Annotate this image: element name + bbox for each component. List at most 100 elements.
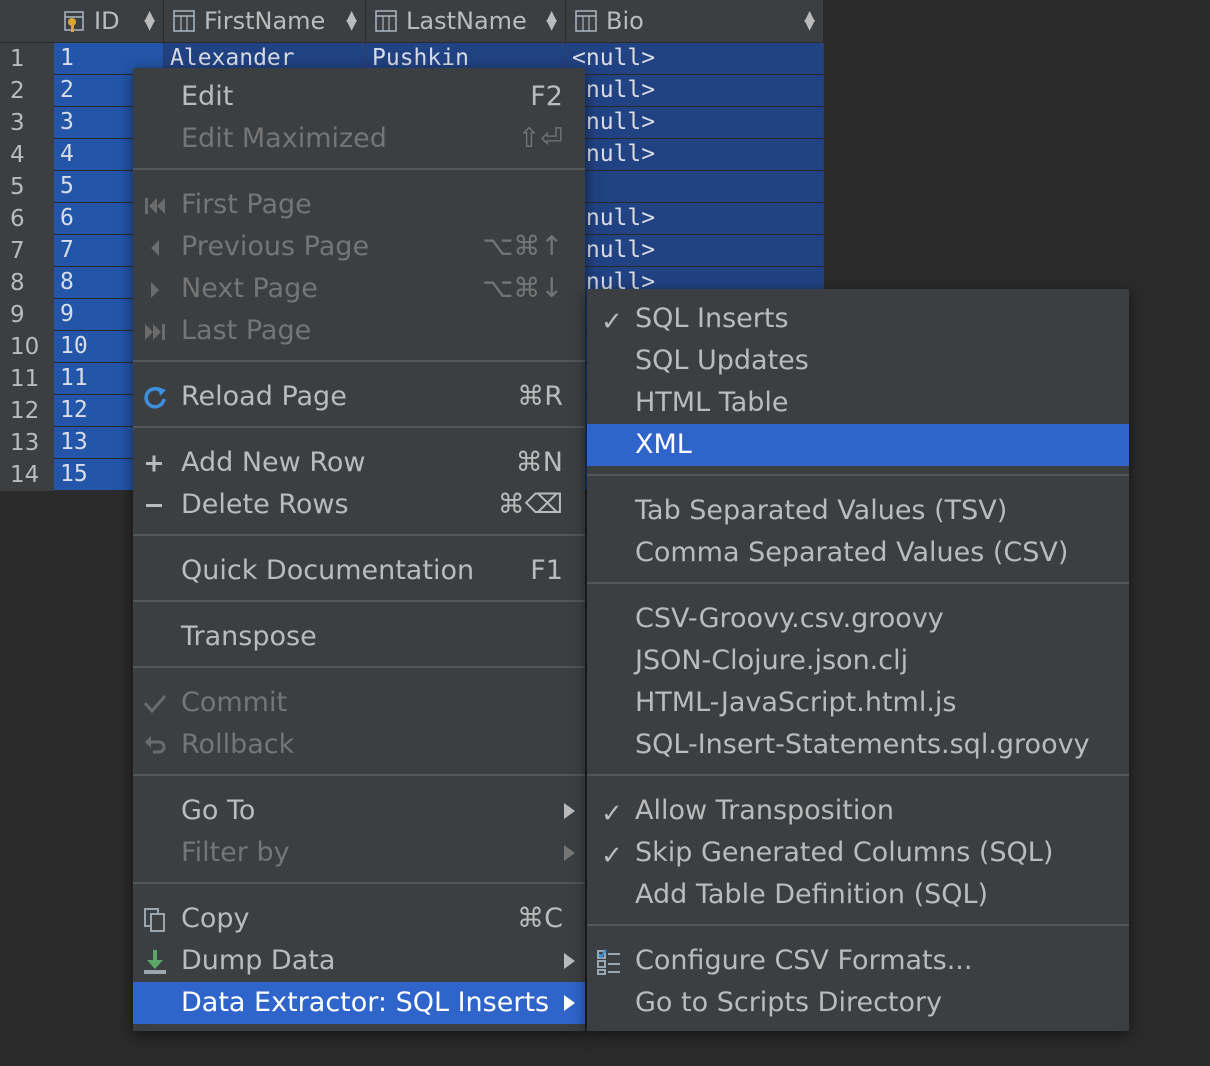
- menu-item-label: Reload Page: [181, 381, 347, 412]
- menu-item-label: Next Page: [181, 273, 318, 304]
- menu-item-label: JSON-Clojure.json.clj: [635, 645, 909, 676]
- sort-icon[interactable]: ▲ ▼: [804, 9, 815, 32]
- menu-shortcut: ⌘C: [517, 903, 563, 934]
- submenu-item-skip-generated[interactable]: ✓ Skip Generated Columns (SQL): [587, 832, 1129, 874]
- menu-item-filter-by[interactable]: Filter by: [133, 832, 585, 874]
- submenu-item-html-javascript[interactable]: HTML-JavaScript.html.js: [587, 682, 1129, 724]
- checkmark-icon: ✓: [601, 841, 623, 871]
- menu-separator: [133, 666, 585, 668]
- row-number[interactable]: 11: [0, 363, 54, 395]
- menu-item-label: SQL Updates: [635, 345, 809, 376]
- menu-item-label: First Page: [181, 189, 312, 220]
- row-number[interactable]: 6: [0, 203, 54, 235]
- row-number[interactable]: 5: [0, 171, 54, 203]
- column-header-lastname[interactable]: LastName ▲ ▼: [366, 0, 566, 42]
- menu-item-delete-rows[interactable]: Delete Rows ⌘⌫: [133, 484, 585, 526]
- row-number[interactable]: 1: [0, 43, 54, 75]
- submenu-item-html-table[interactable]: HTML Table: [587, 382, 1129, 424]
- submenu-item-tsv[interactable]: Tab Separated Values (TSV): [587, 490, 1129, 532]
- menu-shortcut: ⌥⌘↑: [482, 231, 563, 262]
- column-header-label: FirstName: [204, 7, 326, 35]
- row-number[interactable]: 7: [0, 235, 54, 267]
- submenu-item-csv-groovy[interactable]: CSV-Groovy.csv.groovy: [587, 598, 1129, 640]
- menu-item-label: SQL Inserts: [635, 303, 789, 334]
- sort-icon[interactable]: ▲ ▼: [144, 9, 155, 32]
- column-header-label: Bio: [606, 7, 644, 35]
- submenu-arrow-icon: [564, 803, 575, 819]
- row-number[interactable]: 9: [0, 299, 54, 331]
- menu-item-commit[interactable]: Commit: [133, 682, 585, 724]
- cell-bio[interactable]: <null>: [566, 43, 824, 74]
- menu-item-quick-documentation[interactable]: Quick Documentation F1: [133, 550, 585, 592]
- cell-bio[interactable]: <null>: [566, 235, 824, 266]
- menu-item-data-extractor[interactable]: Data Extractor: SQL Inserts: [133, 982, 585, 1024]
- submenu-item-json-clojure[interactable]: JSON-Clojure.json.clj: [587, 640, 1129, 682]
- menu-shortcut: ⌘⌫: [497, 489, 563, 520]
- menu-item-add-new-row[interactable]: Add New Row ⌘N: [133, 442, 585, 484]
- sort-icon[interactable]: ▲ ▼: [346, 9, 357, 32]
- rollback-icon: [145, 736, 166, 754]
- menu-item-reload-page[interactable]: Reload Page ⌘R: [133, 376, 585, 418]
- reload-icon: [144, 387, 166, 409]
- row-number[interactable]: 8: [0, 267, 54, 299]
- menu-shortcut: F2: [530, 81, 563, 112]
- menu-item-label: Allow Transposition: [635, 795, 894, 826]
- submenu-item-sql-updates[interactable]: SQL Updates: [587, 340, 1129, 382]
- cell-bio[interactable]: <null>: [566, 75, 824, 106]
- submenu-item-sql-insert-groovy[interactable]: SQL-Insert-Statements.sql.groovy: [587, 724, 1129, 766]
- row-number[interactable]: 3: [0, 107, 54, 139]
- menu-separator: [587, 474, 1129, 476]
- checkmark-icon: ✓: [601, 307, 623, 337]
- row-number[interactable]: 13: [0, 427, 54, 459]
- cell-bio[interactable]: [566, 171, 824, 202]
- row-number[interactable]: 4: [0, 139, 54, 171]
- menu-item-label: Edit Maximized: [181, 123, 387, 154]
- download-icon: [144, 950, 166, 974]
- sort-icon[interactable]: ▲ ▼: [546, 9, 557, 32]
- menu-item-label: Add Table Definition (SQL): [635, 879, 989, 910]
- column-header-bio[interactable]: Bio ▲ ▼: [566, 0, 824, 42]
- column-header-firstname[interactable]: FirstName ▲ ▼: [164, 0, 366, 42]
- submenu-item-csv[interactable]: Comma Separated Values (CSV): [587, 532, 1129, 574]
- menu-item-first-page[interactable]: First Page: [133, 184, 585, 226]
- row-number[interactable]: 2: [0, 75, 54, 107]
- first-page-icon: [145, 198, 165, 214]
- submenu-item-configure-csv[interactable]: Configure CSV Formats...: [587, 940, 1129, 982]
- cell-bio[interactable]: <null>: [566, 107, 824, 138]
- cell-bio[interactable]: <null>: [566, 203, 824, 234]
- menu-separator: [133, 600, 585, 602]
- submenu-item-add-table-definition[interactable]: Add Table Definition (SQL): [587, 874, 1129, 916]
- column-header-id[interactable]: ID ▲ ▼: [54, 0, 164, 42]
- menu-item-label: Delete Rows: [181, 489, 349, 520]
- submenu-item-xml[interactable]: XML: [587, 424, 1129, 466]
- menu-item-edit[interactable]: Edit F2: [133, 76, 585, 118]
- cell-bio[interactable]: <null>: [566, 139, 824, 170]
- submenu-item-sql-inserts[interactable]: ✓ SQL Inserts: [587, 298, 1129, 340]
- submenu-item-allow-transposition[interactable]: ✓ Allow Transposition: [587, 790, 1129, 832]
- menu-item-dump-data[interactable]: Dump Data: [133, 940, 585, 982]
- menu-separator: [587, 774, 1129, 776]
- settings-list-icon: [597, 949, 620, 975]
- checkmark-icon: ✓: [601, 799, 623, 829]
- row-number[interactable]: 14: [0, 459, 54, 491]
- column-icon: [375, 10, 397, 32]
- menu-item-label: Commit: [181, 687, 288, 718]
- menu-item-label: Go to Scripts Directory: [635, 987, 943, 1018]
- menu-item-next-page[interactable]: Next Page ⌥⌘↓: [133, 268, 585, 310]
- menu-item-go-to[interactable]: Go To: [133, 790, 585, 832]
- menu-item-label: CSV-Groovy.csv.groovy: [635, 603, 944, 634]
- menu-item-previous-page[interactable]: Previous Page ⌥⌘↑: [133, 226, 585, 268]
- menu-item-label: Previous Page: [181, 231, 370, 262]
- menu-item-rollback[interactable]: Rollback: [133, 724, 585, 766]
- menu-item-transpose[interactable]: Transpose: [133, 616, 585, 658]
- row-number[interactable]: 12: [0, 395, 54, 427]
- menu-shortcut: ⌥⌘↓: [482, 273, 563, 304]
- menu-item-copy[interactable]: Copy ⌘C: [133, 898, 585, 940]
- submenu-item-go-to-scripts[interactable]: Go to Scripts Directory: [587, 982, 1129, 1024]
- menu-item-edit-maximized[interactable]: Edit Maximized ⇧⏎: [133, 118, 585, 160]
- row-number[interactable]: 10: [0, 331, 54, 363]
- checkmark-icon: [143, 695, 167, 714]
- menu-separator: [133, 360, 585, 362]
- menu-item-label: Quick Documentation: [181, 555, 475, 586]
- menu-item-last-page[interactable]: Last Page: [133, 310, 585, 352]
